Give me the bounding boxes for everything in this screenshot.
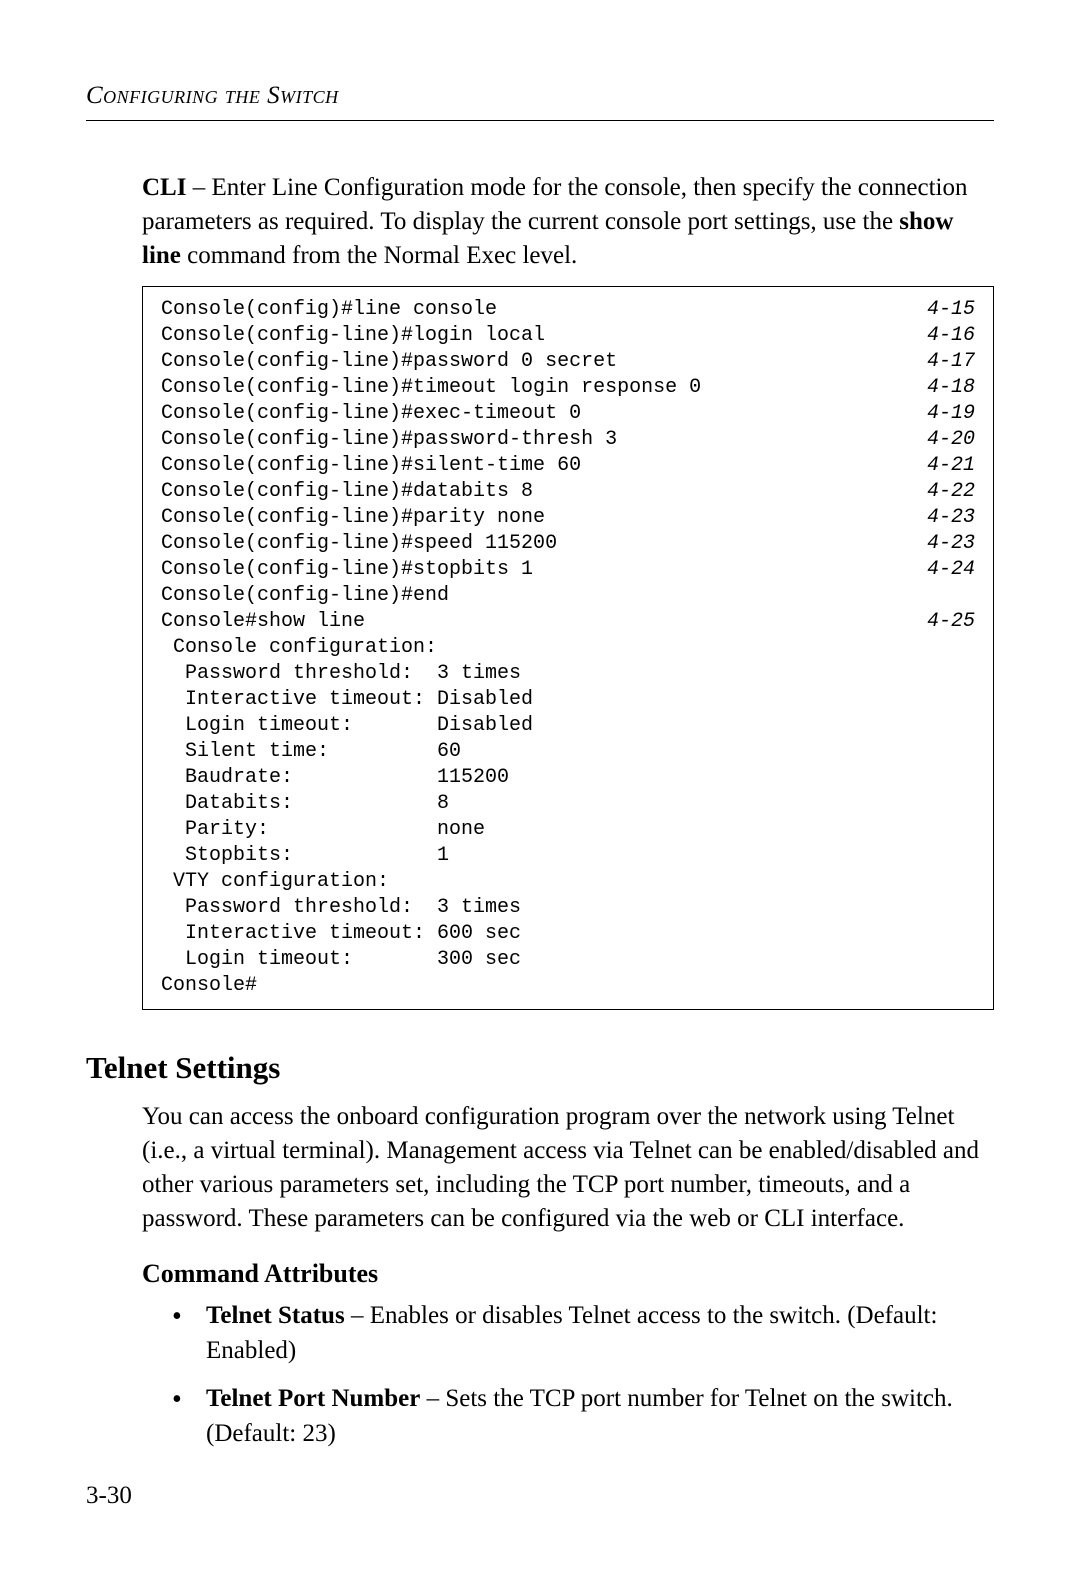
page-number: 3-30 bbox=[86, 1482, 132, 1510]
cli-cmd: Console(config-line)#exec-timeout 0 bbox=[161, 401, 915, 427]
cli-cmd: Console(config)#line console bbox=[161, 297, 915, 323]
list-item: Telnet Port Number – Sets the TCP port n… bbox=[172, 1382, 994, 1451]
cli-cmd: Databits: 8 bbox=[161, 791, 915, 817]
cli-cmd: Login timeout: 300 sec bbox=[161, 947, 915, 973]
cli-line: Console#show line4-25 bbox=[161, 609, 979, 635]
cli-line: Console(config-line)#exec-timeout 04-19 bbox=[161, 401, 979, 427]
cli-ref: 4-19 bbox=[915, 401, 979, 427]
cli-line: Console(config-line)#timeout login respo… bbox=[161, 375, 979, 401]
cli-line: Databits: 8 bbox=[161, 791, 979, 817]
cli-cmd: Console(config-line)#parity none bbox=[161, 505, 915, 531]
cli-ref bbox=[915, 713, 979, 739]
page: Configuring the Switch CLI – Enter Line … bbox=[0, 0, 1080, 1570]
cli-ref bbox=[915, 869, 979, 895]
cli-cmd: Console(config-line)#stopbits 1 bbox=[161, 557, 915, 583]
cli-cmd: Console(config-line)#end bbox=[161, 583, 915, 609]
cli-ref bbox=[915, 843, 979, 869]
cli-cmd: Login timeout: Disabled bbox=[161, 713, 915, 739]
telnet-paragraph: You can access the onboard configuration… bbox=[142, 1100, 994, 1235]
cli-label: CLI bbox=[142, 174, 186, 201]
cli-line: Interactive timeout: Disabled bbox=[161, 687, 979, 713]
cli-ref: 4-24 bbox=[915, 557, 979, 583]
cli-line: Console(config-line)#stopbits 14-24 bbox=[161, 557, 979, 583]
cli-line: Console(config-line)#login local4-16 bbox=[161, 323, 979, 349]
cli-ref: 4-23 bbox=[915, 531, 979, 557]
command-attributes-list: Telnet Status – Enables or disables Teln… bbox=[172, 1299, 994, 1451]
cli-line: Console(config-line)#password 0 secret4-… bbox=[161, 349, 979, 375]
cli-line: Console(config-line)#speed 1152004-23 bbox=[161, 531, 979, 557]
cli-cmd: Console#show line bbox=[161, 609, 915, 635]
cli-line: Console(config-line)#end bbox=[161, 583, 979, 609]
cli-ref: 4-25 bbox=[915, 609, 979, 635]
cli-line: Console(config-line)#databits 84-22 bbox=[161, 479, 979, 505]
cli-cmd: Console(config-line)#password 0 secret bbox=[161, 349, 915, 375]
cli-cmd: Console# bbox=[161, 973, 915, 999]
cli-ref: 4-17 bbox=[915, 349, 979, 375]
cli-line: Console configuration: bbox=[161, 635, 979, 661]
cli-cmd: Password threshold: 3 times bbox=[161, 661, 915, 687]
cli-cmd: Parity: none bbox=[161, 817, 915, 843]
cli-line: Interactive timeout: 600 sec bbox=[161, 921, 979, 947]
cli-cmd: Console(config-line)#timeout login respo… bbox=[161, 375, 915, 401]
cli-ref: 4-20 bbox=[915, 427, 979, 453]
content-area: CLI – Enter Line Configuration mode for … bbox=[142, 171, 994, 1451]
list-item: Telnet Status – Enables or disables Teln… bbox=[172, 1299, 994, 1368]
cli-ref bbox=[915, 765, 979, 791]
cli-ref bbox=[915, 739, 979, 765]
cli-cmd: Stopbits: 1 bbox=[161, 843, 915, 869]
cli-line: Silent time: 60 bbox=[161, 739, 979, 765]
cli-cmd: VTY configuration: bbox=[161, 869, 915, 895]
cli-line: Baudrate: 115200 bbox=[161, 765, 979, 791]
intro-text-after: command from the Normal Exec level. bbox=[181, 242, 577, 269]
cli-line: Parity: none bbox=[161, 817, 979, 843]
telnet-heading: Telnet Settings bbox=[86, 1050, 994, 1086]
cli-ref bbox=[915, 895, 979, 921]
attr-label: Telnet Port Number bbox=[206, 1385, 420, 1412]
cli-line: Console(config)#line console4-15 bbox=[161, 297, 979, 323]
cli-cmd: Console configuration: bbox=[161, 635, 915, 661]
cli-line: Password threshold: 3 times bbox=[161, 661, 979, 687]
command-attributes-heading: Command Attributes bbox=[142, 1259, 994, 1289]
cli-line: Login timeout: Disabled bbox=[161, 713, 979, 739]
cli-cmd: Silent time: 60 bbox=[161, 739, 915, 765]
intro-text-before: – Enter Line Configuration mode for the … bbox=[142, 174, 968, 235]
cli-ref bbox=[915, 817, 979, 843]
running-head: Configuring the Switch bbox=[86, 82, 994, 110]
cli-ref: 4-22 bbox=[915, 479, 979, 505]
cli-line: Console# bbox=[161, 973, 979, 999]
header-rule bbox=[86, 120, 994, 121]
cli-ref bbox=[915, 687, 979, 713]
cli-line: VTY configuration: bbox=[161, 869, 979, 895]
cli-line: Login timeout: 300 sec bbox=[161, 947, 979, 973]
cli-ref: 4-23 bbox=[915, 505, 979, 531]
cli-ref bbox=[915, 791, 979, 817]
intro-paragraph: CLI – Enter Line Configuration mode for … bbox=[142, 171, 994, 272]
cli-ref: 4-15 bbox=[915, 297, 979, 323]
cli-ref bbox=[915, 973, 979, 999]
cli-ref bbox=[915, 583, 979, 609]
cli-line: Password threshold: 3 times bbox=[161, 895, 979, 921]
cli-cmd: Interactive timeout: 600 sec bbox=[161, 921, 915, 947]
cli-ref: 4-16 bbox=[915, 323, 979, 349]
cli-cmd: Console(config-line)#databits 8 bbox=[161, 479, 915, 505]
cli-line: Console(config-line)#parity none4-23 bbox=[161, 505, 979, 531]
cli-cmd: Console(config-line)#silent-time 60 bbox=[161, 453, 915, 479]
cli-line: Console(config-line)#silent-time 604-21 bbox=[161, 453, 979, 479]
cli-ref bbox=[915, 921, 979, 947]
cli-ref: 4-18 bbox=[915, 375, 979, 401]
cli-ref bbox=[915, 635, 979, 661]
cli-cmd: Interactive timeout: Disabled bbox=[161, 687, 915, 713]
cli-line: Stopbits: 1 bbox=[161, 843, 979, 869]
attr-label: Telnet Status bbox=[206, 1302, 345, 1329]
cli-ref: 4-21 bbox=[915, 453, 979, 479]
cli-line: Console(config-line)#password-thresh 34-… bbox=[161, 427, 979, 453]
cli-cmd: Console(config-line)#login local bbox=[161, 323, 915, 349]
cli-ref bbox=[915, 661, 979, 687]
cli-cmd: Console(config-line)#password-thresh 3 bbox=[161, 427, 915, 453]
cli-cmd: Console(config-line)#speed 115200 bbox=[161, 531, 915, 557]
cli-cmd: Password threshold: 3 times bbox=[161, 895, 915, 921]
cli-cmd: Baudrate: 115200 bbox=[161, 765, 915, 791]
cli-ref bbox=[915, 947, 979, 973]
cli-code-block: Console(config)#line console4-15Console(… bbox=[142, 286, 994, 1010]
